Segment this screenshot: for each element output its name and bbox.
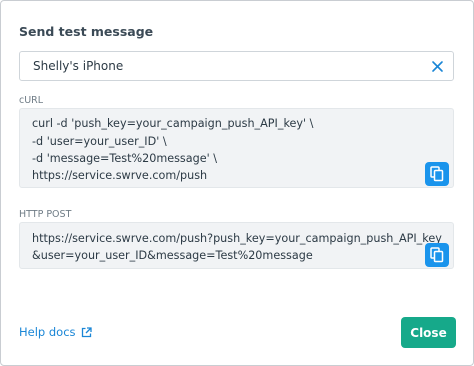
http-post-line: https://service.swrve.com/push?push_key=… (32, 232, 442, 245)
http-post-line: &user=your_user_ID&message=Test%20messag… (32, 249, 313, 262)
copy-icon (430, 166, 444, 182)
close-x-icon[interactable] (429, 58, 446, 75)
external-link-icon (81, 326, 92, 337)
curl-line: -d 'message=Test%20message' \ (32, 152, 217, 165)
http-post-label: HTTP POST (19, 209, 72, 220)
copy-icon (430, 247, 444, 263)
curl-line: https://service.swrve.com/push (32, 169, 208, 182)
curl-line: curl -d 'push_key=your_campaign_push_API… (32, 117, 314, 130)
device-select-value: Shelly's iPhone (33, 59, 124, 73)
help-docs-label: Help docs (19, 325, 76, 339)
device-select[interactable]: Shelly's iPhone (19, 51, 454, 81)
close-button[interactable]: Close (401, 317, 456, 348)
help-docs-link[interactable]: Help docs (19, 325, 92, 339)
copy-curl-button[interactable] (425, 162, 449, 186)
copy-http-post-button[interactable] (425, 243, 449, 267)
http-post-code-box: https://service.swrve.com/push?push_key=… (19, 222, 454, 269)
send-test-message-dialog: Send test message Shelly's iPhone cURL c… (0, 0, 474, 366)
dialog-title: Send test message (19, 24, 154, 39)
curl-label: cURL (19, 95, 44, 106)
curl-code-box: curl -d 'push_key=your_campaign_push_API… (19, 108, 454, 188)
curl-line: -d 'user=your_user_ID' \ (32, 135, 167, 148)
